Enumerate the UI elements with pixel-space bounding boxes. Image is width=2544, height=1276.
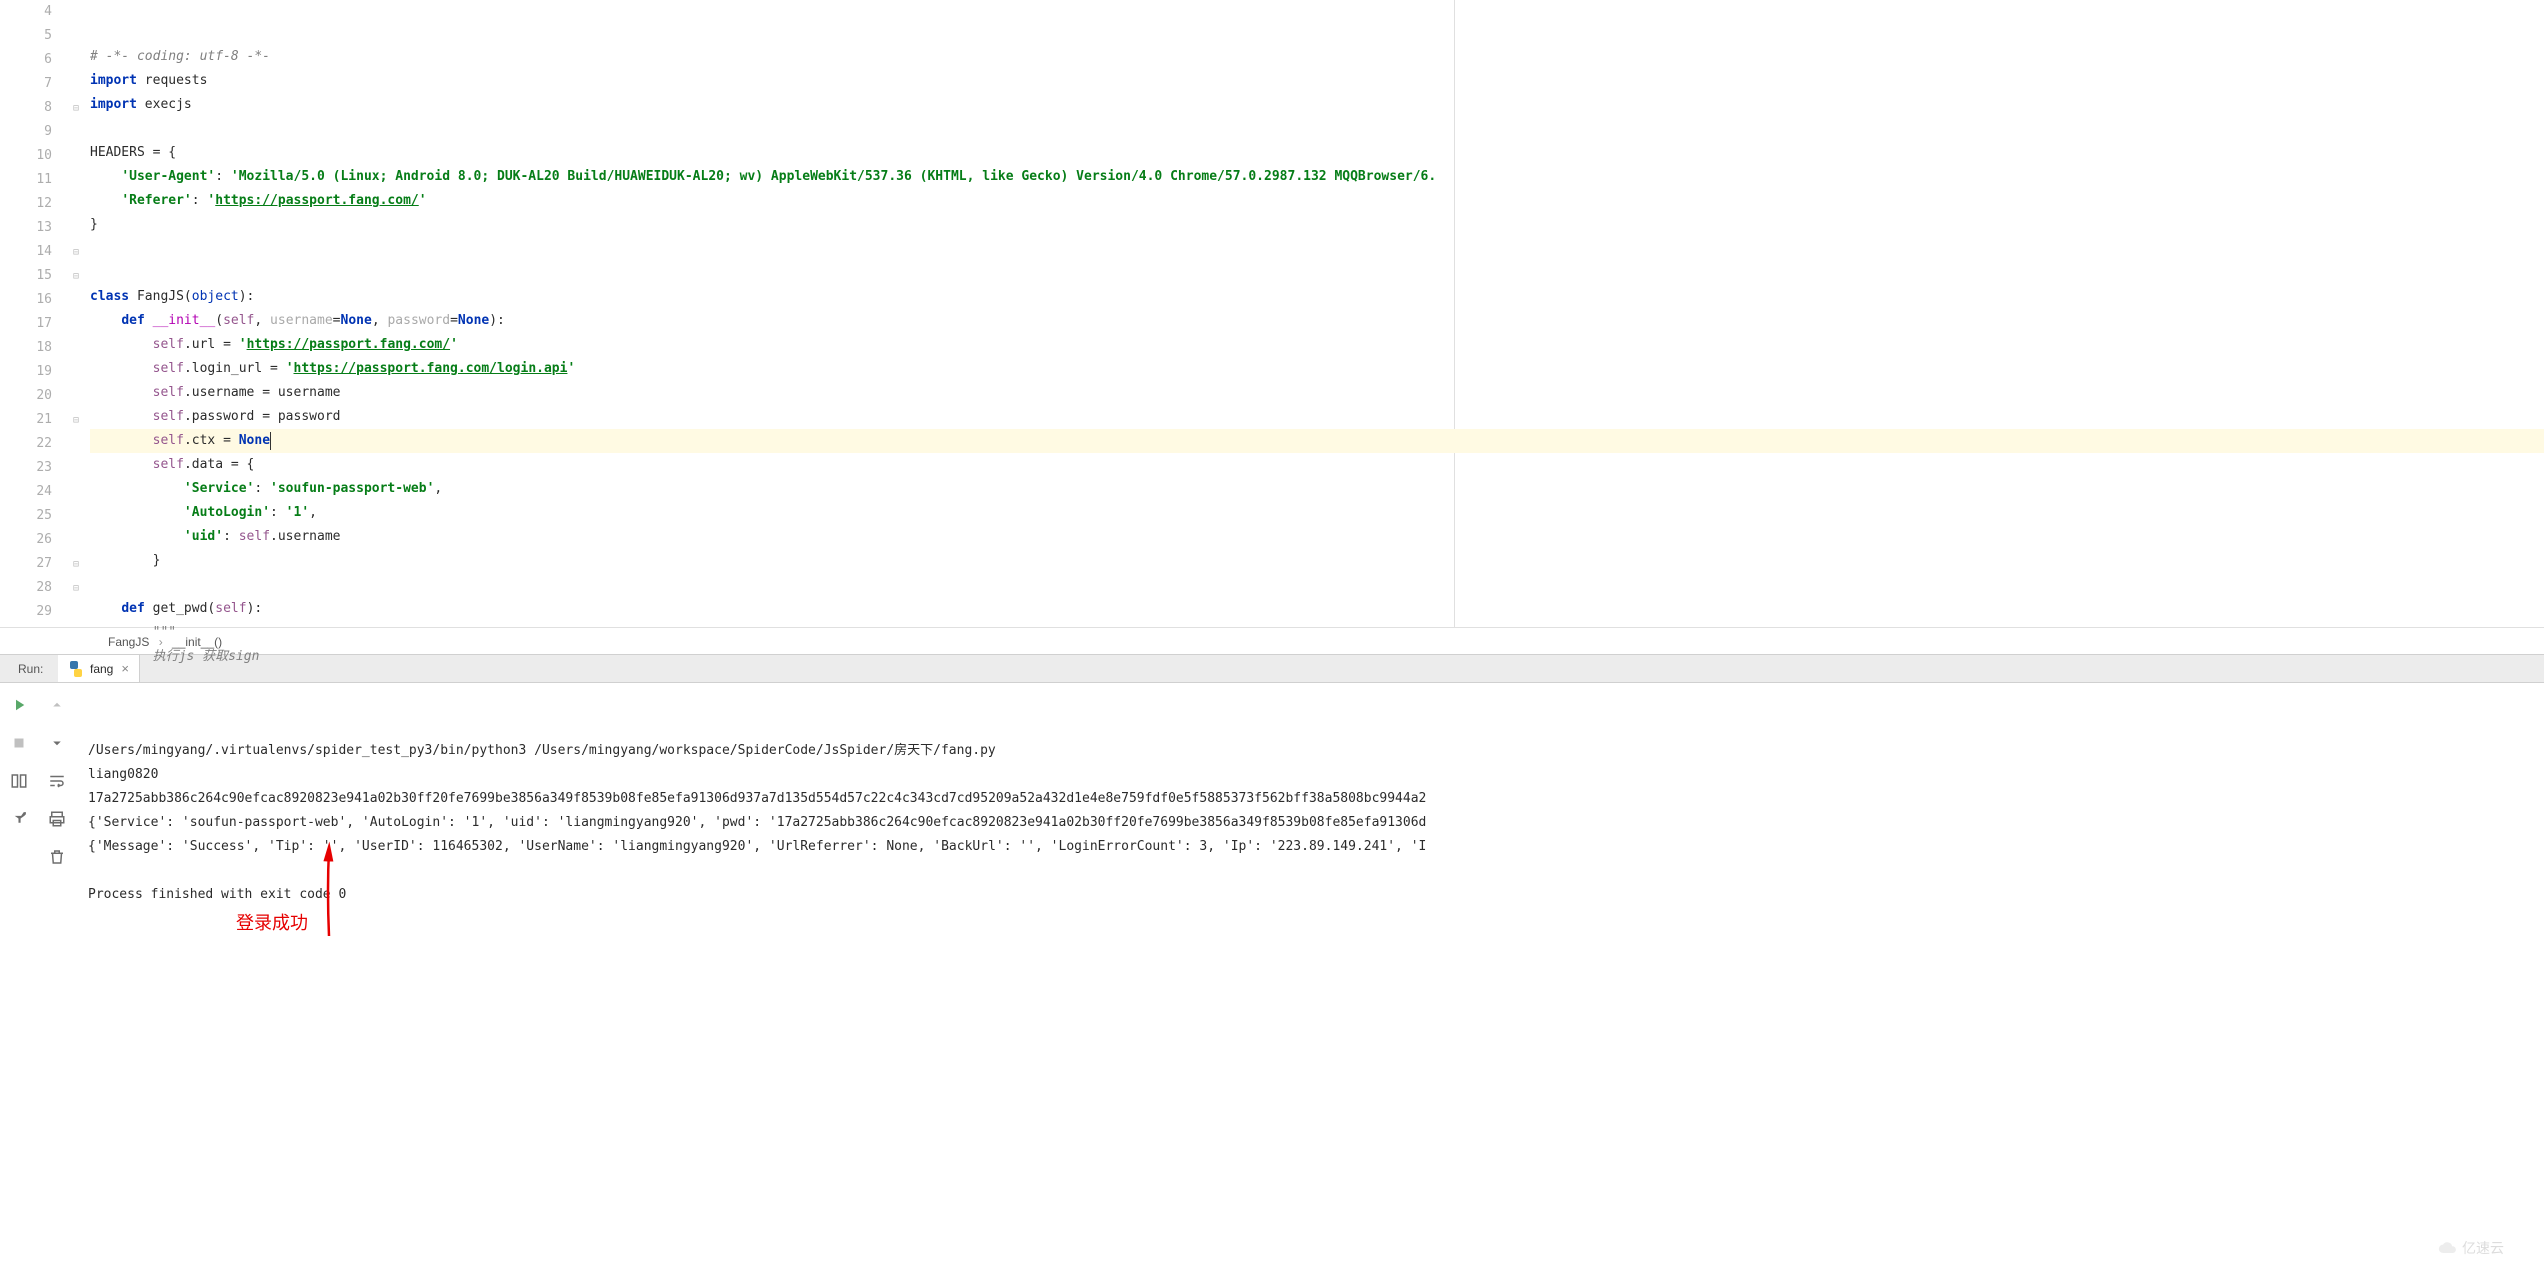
code-editor[interactable]: 4567891011121314151617181920212223242526…	[0, 0, 2544, 627]
line-number: 24	[0, 480, 52, 504]
line-number: 10	[0, 144, 52, 168]
code-line[interactable]	[90, 237, 2544, 261]
line-number: 8	[0, 96, 52, 120]
run-label: Run:	[0, 655, 58, 682]
layout-button[interactable]	[7, 769, 31, 793]
stop-button[interactable]	[7, 731, 31, 755]
line-number: 7	[0, 72, 52, 96]
line-number: 4	[0, 0, 52, 24]
line-number: 5	[0, 24, 52, 48]
code-line[interactable]: 'uid': self.username	[90, 525, 2544, 549]
line-number: 22	[0, 432, 52, 456]
line-number: 17	[0, 312, 52, 336]
console-line: {'Service': 'soufun-passport-web', 'Auto…	[88, 811, 2532, 835]
pin-button[interactable]	[7, 807, 31, 831]
fold-toggle-icon[interactable]: ⊟	[70, 240, 82, 264]
code-line[interactable]	[90, 573, 2544, 597]
annotation-text: 登录成功	[236, 911, 308, 935]
code-line[interactable]: self.login_url = 'https://passport.fang.…	[90, 357, 2544, 381]
line-number: 9	[0, 120, 52, 144]
line-number: 20	[0, 384, 52, 408]
code-line[interactable]: self.ctx = None	[90, 429, 2544, 453]
fold-toggle-icon[interactable]: ⊟	[70, 552, 82, 576]
console-line: Process finished with exit code 0	[88, 883, 2532, 907]
line-number: 27	[0, 552, 52, 576]
code-area[interactable]: # -*- coding: utf-8 -*-import requestsim…	[84, 0, 2544, 627]
line-number: 28	[0, 576, 52, 600]
code-line[interactable]: 'AutoLogin': '1',	[90, 501, 2544, 525]
code-line[interactable]	[90, 261, 2544, 285]
line-number-gutter: 4567891011121314151617181920212223242526…	[0, 0, 70, 627]
line-number: 26	[0, 528, 52, 552]
code-line[interactable]: self.username = username	[90, 381, 2544, 405]
python-icon	[68, 661, 84, 677]
code-line[interactable]: class FangJS(object):	[90, 285, 2544, 309]
code-line[interactable]: import requests	[90, 69, 2544, 93]
code-line[interactable]: 执行js 获取sign	[90, 645, 2544, 669]
line-number: 21	[0, 408, 52, 432]
line-number: 18	[0, 336, 52, 360]
fold-toggle-icon[interactable]: ⊟	[70, 576, 82, 600]
fold-toggle-icon[interactable]: ⊟	[70, 96, 82, 120]
console-line: /Users/mingyang/.virtualenvs/spider_test…	[88, 739, 2532, 763]
print-button[interactable]	[45, 807, 69, 831]
line-number: 15	[0, 264, 52, 288]
soft-wrap-button[interactable]	[45, 769, 69, 793]
trash-button[interactable]	[45, 845, 69, 869]
fold-column[interactable]: ⊟⊟⊟⊟⊟⊟	[70, 0, 84, 627]
code-line[interactable]: }	[90, 213, 2544, 237]
line-number: 16	[0, 288, 52, 312]
code-line[interactable]: # -*- coding: utf-8 -*-	[90, 45, 2544, 69]
code-line[interactable]: self.password = password	[90, 405, 2544, 429]
line-number: 6	[0, 48, 52, 72]
run-tool-column-left	[0, 683, 38, 1276]
code-line[interactable]: """	[90, 621, 2544, 645]
code-line[interactable]: def __init__(self, username=None, passwo…	[90, 309, 2544, 333]
console-line: liang0820	[88, 763, 2532, 787]
scroll-up-button[interactable]	[45, 693, 69, 717]
console-line: {'Message': 'Success', 'Tip': '', 'UserI…	[88, 835, 2532, 859]
code-line[interactable]: def get_pwd(self):	[90, 597, 2544, 621]
code-line[interactable]: 'User-Agent': 'Mozilla/5.0 (Linux; Andro…	[90, 165, 2544, 189]
fold-toggle-icon[interactable]: ⊟	[70, 408, 82, 432]
line-number: 13	[0, 216, 52, 240]
code-line[interactable]: import execjs	[90, 93, 2544, 117]
rerun-button[interactable]	[7, 693, 31, 717]
line-number: 25	[0, 504, 52, 528]
console-output[interactable]: /Users/mingyang/.virtualenvs/spider_test…	[76, 683, 2544, 1276]
code-line[interactable]	[90, 117, 2544, 141]
watermark-text: 亿速云	[2462, 1236, 2504, 1260]
watermark: 亿速云	[2438, 1236, 2504, 1260]
code-line[interactable]: 'Service': 'soufun-passport-web',	[90, 477, 2544, 501]
scroll-down-button[interactable]	[45, 731, 69, 755]
console-line	[88, 859, 2532, 883]
line-number: 14	[0, 240, 52, 264]
run-tool-column-right	[38, 683, 76, 1276]
line-number: 11	[0, 168, 52, 192]
code-line[interactable]: self.url = 'https://passport.fang.com/'	[90, 333, 2544, 357]
code-line[interactable]: 'Referer': 'https://passport.fang.com/'	[90, 189, 2544, 213]
console-line: 17a2725abb386c264c90efcac8920823e941a02b…	[88, 787, 2532, 811]
code-line[interactable]: }	[90, 549, 2544, 573]
console-panel: /Users/mingyang/.virtualenvs/spider_test…	[0, 683, 2544, 1276]
code-line[interactable]: self.data = {	[90, 453, 2544, 477]
line-number: 12	[0, 192, 52, 216]
cloud-icon	[2438, 1239, 2458, 1257]
code-line[interactable]: HEADERS = {	[90, 141, 2544, 165]
line-number: 23	[0, 456, 52, 480]
line-number: 19	[0, 360, 52, 384]
fold-toggle-icon[interactable]: ⊟	[70, 264, 82, 288]
line-number: 29	[0, 600, 52, 624]
